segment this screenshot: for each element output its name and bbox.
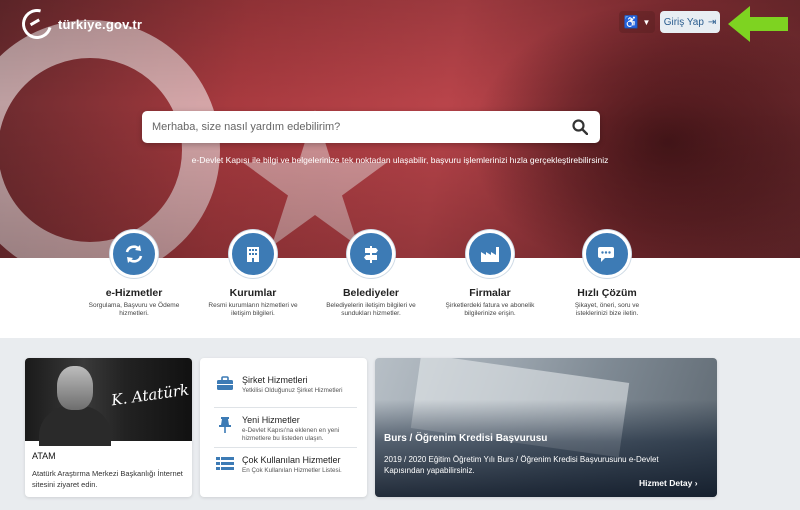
quick-links-card: Şirket Hizmetleri Yetkilisi Olduğunuz Şi… bbox=[200, 358, 367, 497]
link-yeni-hizmetler[interactable]: Yeni Hizmetler e-Devlet Kapısı'na eklene… bbox=[214, 408, 357, 448]
list-icon bbox=[214, 455, 236, 488]
chevron-right-icon: › bbox=[694, 478, 698, 488]
promo-card[interactable]: Burs / Öğrenim Kredisi Başvurusu 2019 / … bbox=[375, 358, 717, 497]
factory-icon bbox=[466, 230, 514, 278]
link-sirket-hizmetleri[interactable]: Şirket Hizmetleri Yetkilisi Olduğunuz Şi… bbox=[214, 368, 357, 408]
accessibility-button[interactable]: ♿ ▼ bbox=[619, 11, 655, 33]
hero-tagline: e-Devlet Kapısı ile bilgi ve belgelerini… bbox=[191, 155, 609, 165]
login-label: Giriş Yap bbox=[663, 16, 704, 28]
ataturk-photo: K. Atatürk bbox=[25, 358, 192, 446]
hero-banner: türkiye.gov.tr ♿▼ Giriş Yap ⇥ e-Devlet K… bbox=[0, 0, 800, 258]
signature-image: K. Atatürk bbox=[110, 380, 191, 410]
promo-desc: 2019 / 2020 Eğitim Öğretim Yılı Burs / Ö… bbox=[384, 455, 659, 475]
search-bar bbox=[142, 111, 600, 143]
promo-title: Burs / Öğrenim Kredisi Başvurusu bbox=[384, 433, 548, 444]
logo-text: türkiye.gov.tr bbox=[58, 16, 143, 32]
atam-desc: Atatürk Araştırma Merkezi Başkanlığı İnt… bbox=[32, 469, 183, 489]
chevron-down-icon: ▼ bbox=[642, 17, 651, 27]
services-bar: e-Hizmetler Sorgulama, Başvuru ve Ödeme … bbox=[0, 230, 800, 338]
signpost-icon bbox=[347, 230, 395, 278]
atam-title: ATAM bbox=[32, 451, 56, 461]
refresh-icon bbox=[110, 230, 158, 278]
logo-mark-icon bbox=[16, 3, 58, 45]
annotation-arrow-icon bbox=[728, 6, 788, 42]
link-cok-kullanilan[interactable]: Çok Kullanılan Hizmetler En Çok Kullanıl… bbox=[214, 448, 357, 488]
building-icon bbox=[229, 230, 277, 278]
login-button[interactable]: Giriş Yap ⇥ bbox=[660, 11, 720, 33]
wheelchair-icon: ♿ bbox=[623, 15, 639, 29]
briefcase-icon bbox=[214, 375, 236, 407]
chat-icon bbox=[583, 230, 631, 278]
sign-in-icon: ⇥ bbox=[707, 16, 717, 28]
search-icon[interactable] bbox=[560, 119, 600, 135]
service-hizli-cozum[interactable]: Hızlı Çözüm Şikayet, öneri, soru ve iste… bbox=[537, 230, 677, 318]
search-input[interactable] bbox=[142, 111, 560, 143]
atam-card[interactable]: K. Atatürk ATAM Atatürk Araştırma Merkez… bbox=[25, 358, 192, 497]
site-logo[interactable]: türkiye.gov.tr bbox=[16, 3, 143, 45]
hizmet-detay-link[interactable]: Hizmet Detay › bbox=[639, 478, 698, 488]
pin-icon bbox=[214, 415, 236, 447]
